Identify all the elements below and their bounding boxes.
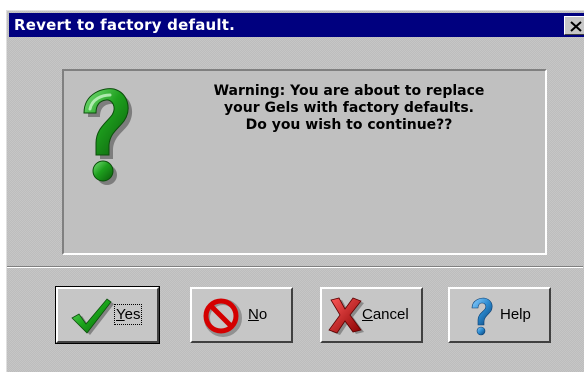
message-line-2: your Gels with factory defaults. (224, 100, 474, 116)
dialog-window: Revert to factory default. Warning: You … (6, 10, 584, 372)
no-button[interactable]: No (190, 287, 293, 343)
question-mark-icon (471, 297, 493, 336)
question-mark-icon (83, 88, 133, 185)
cancel-label: Cancel (362, 306, 409, 323)
close-button[interactable] (564, 16, 584, 35)
message-line-3: Do you wish to continue?? (245, 117, 453, 133)
yes-label: Yes (113, 304, 143, 325)
message-line-1: Warning: You are about to replace (213, 83, 485, 99)
checkmark-icon (71, 298, 114, 335)
help-label: Help (500, 306, 531, 323)
window-title: Revert to factory default. (14, 16, 236, 34)
cancel-button[interactable]: Cancel (320, 287, 423, 343)
x-icon (328, 297, 364, 335)
warning-message: Warning: You are about to replace your G… (154, 83, 544, 134)
yes-button[interactable]: Yes (55, 286, 160, 344)
separator (7, 266, 583, 268)
close-icon (570, 21, 582, 32)
no-label: No (248, 306, 268, 323)
prohibited-icon (203, 298, 242, 337)
message-panel: Warning: You are about to replace your G… (62, 69, 547, 255)
title-bar[interactable]: Revert to factory default. (9, 13, 584, 37)
help-button[interactable]: Help (448, 287, 551, 343)
